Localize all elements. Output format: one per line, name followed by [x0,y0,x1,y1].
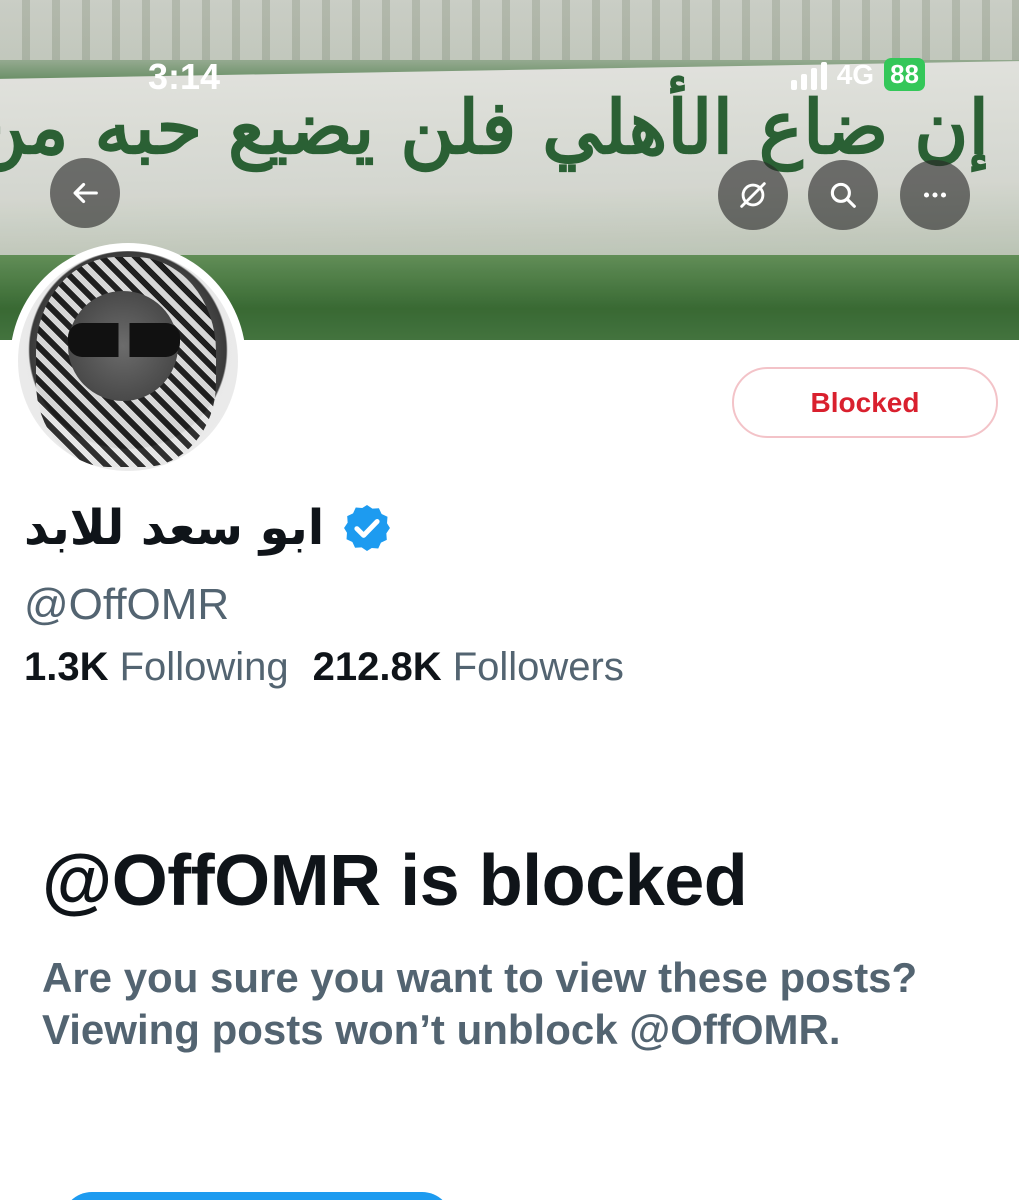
globe-slash-icon [740,182,766,208]
following-count: 1.3K [24,645,109,689]
blocked-button[interactable]: Blocked [732,367,998,438]
profile-handle: @OffOMR [24,580,230,629]
view-posts-button[interactable] [62,1192,452,1200]
arrow-left-icon [73,182,98,204]
followers-count: 212.8K [312,645,442,689]
status-indicators: 4G 88 [790,58,925,91]
status-time: 3:14 [148,56,221,97]
following-link[interactable]: 1.3K Following [24,645,289,690]
followers-label: Followers [452,645,624,689]
avatar[interactable] [10,243,246,479]
display-name: ابو سعد للابد [24,500,325,556]
signal-icon [790,60,827,90]
follow-stats: 1.3K Following 212.8K Followers [24,645,624,690]
avatar-image [18,251,238,471]
blocked-title: @OffOMR is blocked [42,841,748,921]
verified-badge-icon[interactable] [340,501,394,555]
search-button[interactable] [808,160,878,230]
network-type: 4G [836,58,875,90]
back-button[interactable] [50,158,120,228]
battery-level: 88 [884,58,925,91]
followers-link[interactable]: 212.8K Followers [313,645,624,690]
profile-name-row: ابو سعد للابد [24,500,394,556]
following-label: Following [119,645,289,689]
sunglasses [68,323,180,357]
more-horizontal-icon [923,192,947,198]
more-button[interactable] [900,160,970,230]
search-icon [830,182,856,208]
blocked-description: Are you sure you want to view these post… [42,954,918,1053]
translate-button[interactable] [718,160,788,230]
